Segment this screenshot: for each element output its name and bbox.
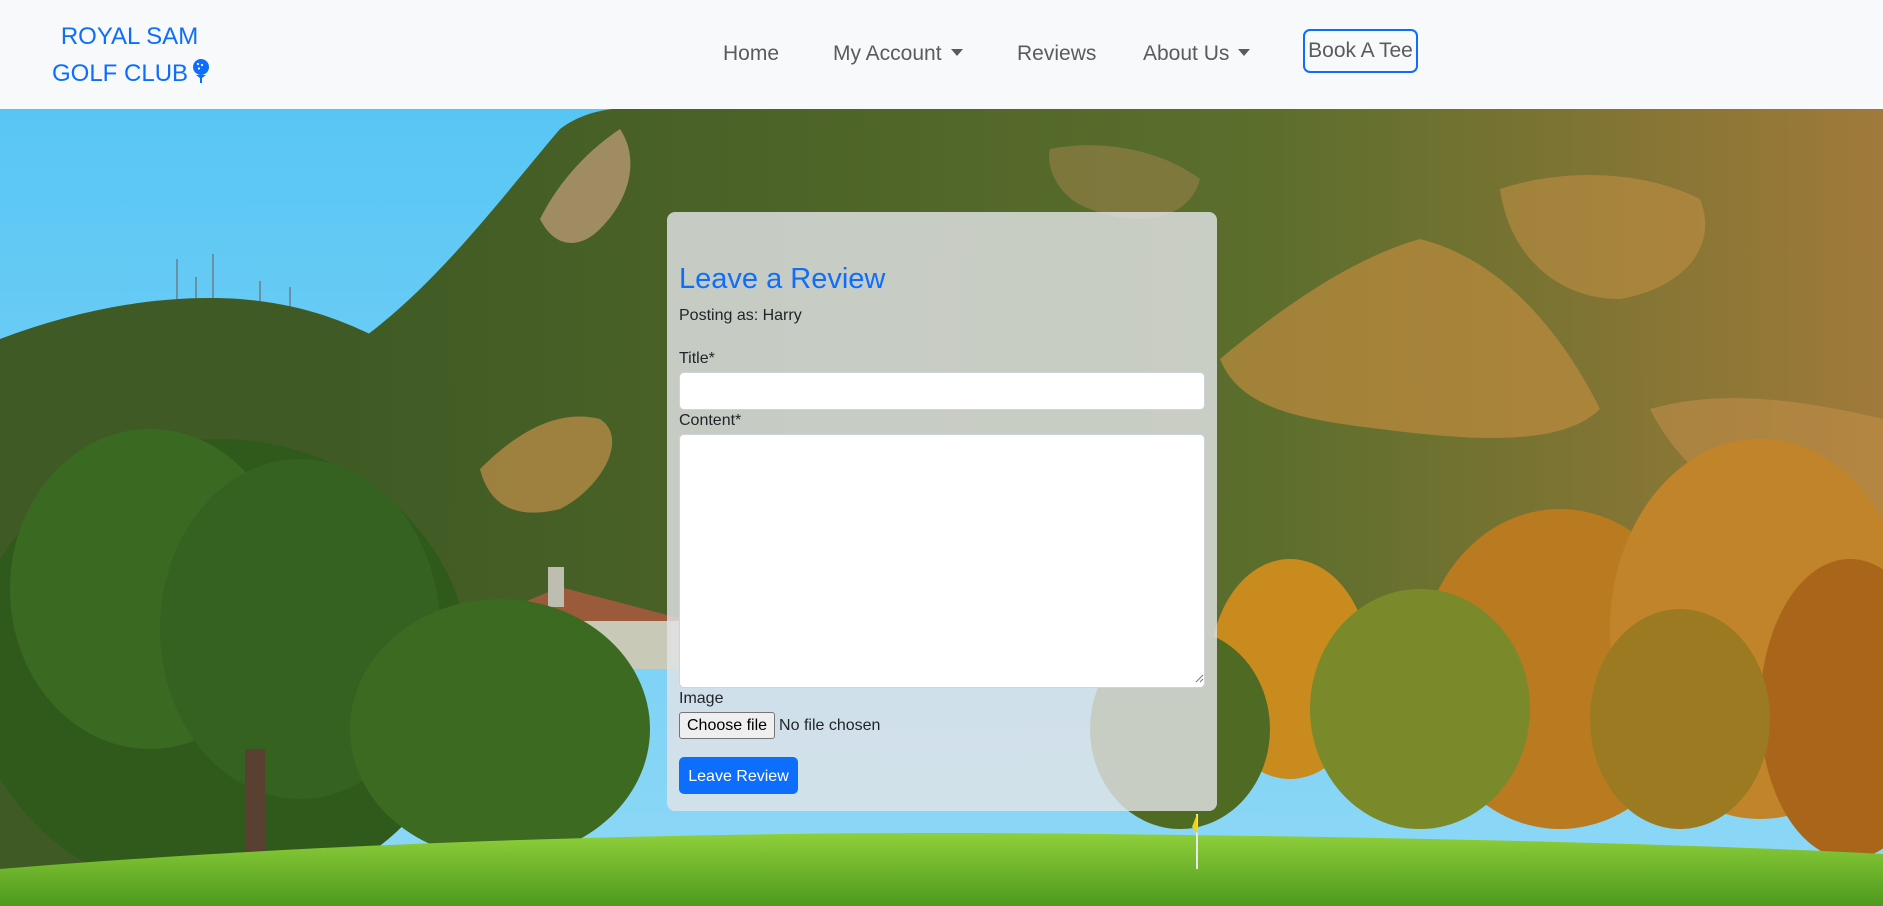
navbar: ROYAL SAM GOLF CLUB Home My Account Revi… xyxy=(0,0,1883,109)
nav-home-label: Home xyxy=(723,42,780,65)
caret-down-icon xyxy=(1238,49,1251,56)
book-a-tee-button[interactable]: Book A Tee xyxy=(1303,29,1418,73)
form-heading: Leave a Review xyxy=(679,263,886,295)
nav-reviews-label: Reviews xyxy=(1017,42,1097,65)
title-label: Title* xyxy=(679,350,715,367)
golf-ball-tee-icon xyxy=(192,57,210,94)
brand-logo-link[interactable]: ROYAL SAM GOLF CLUB xyxy=(52,18,210,94)
brand-line-1: ROYAL SAM xyxy=(60,23,199,50)
file-status-text: No file chosen xyxy=(779,716,881,734)
resize-grip-icon[interactable] xyxy=(1194,673,1204,683)
brand-line-2-wrap: GOLF CLUB xyxy=(52,55,210,94)
review-form-card: Leave a Review Posting as: Harry Title* … xyxy=(667,212,1217,811)
posting-as-text: Posting as: Harry xyxy=(679,307,802,324)
leave-review-button[interactable]: Leave Review xyxy=(679,757,798,794)
nav-about-us-dropdown[interactable]: About Us xyxy=(1143,0,1251,109)
choose-file-button[interactable]: Choose file xyxy=(679,712,776,739)
content-textarea[interactable] xyxy=(679,434,1205,688)
nav-reviews[interactable]: Reviews xyxy=(1017,0,1096,109)
image-file-input[interactable]: Choose file No file chosen xyxy=(679,712,880,741)
nav-my-account-label: My Account xyxy=(833,42,942,65)
book-a-tee-label: Book A Tee xyxy=(1308,39,1413,62)
brand-line-2: GOLF CLUB xyxy=(52,60,189,87)
title-input[interactable] xyxy=(679,372,1205,410)
nav-about-us-label: About Us xyxy=(1143,42,1230,65)
nav-home[interactable]: Home xyxy=(723,0,779,109)
image-label: Image xyxy=(679,690,724,707)
caret-down-icon xyxy=(950,49,963,56)
nav-my-account-dropdown[interactable]: My Account xyxy=(833,0,963,109)
content-label: Content* xyxy=(679,412,742,429)
